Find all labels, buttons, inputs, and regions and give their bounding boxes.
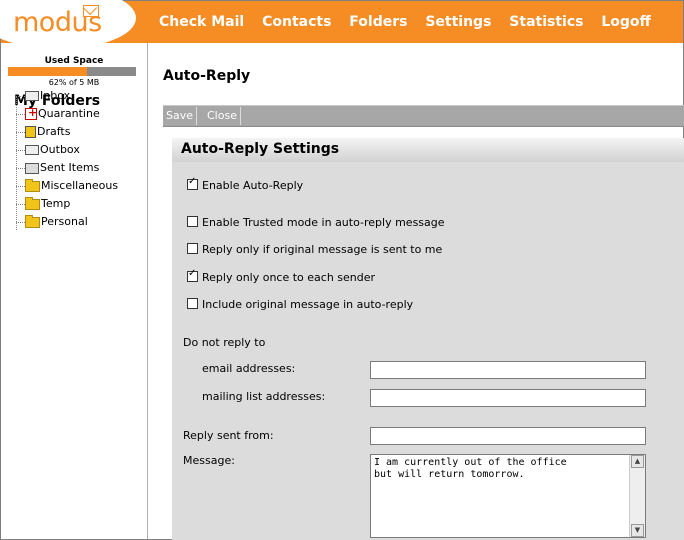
trusted-mode-checkbox[interactable]: [187, 216, 198, 227]
enable-auto-reply-checkbox[interactable]: [187, 176, 198, 190]
page-title: Auto-Reply: [163, 68, 251, 84]
scroll-up-icon[interactable]: ▲: [631, 455, 644, 468]
include-original-checkbox[interactable]: [187, 298, 198, 309]
sidebar-item-quarantine[interactable]: Quarantine: [16, 106, 100, 125]
folder-label: Drafts: [37, 125, 71, 138]
used-space-label: Used Space: [44, 56, 104, 66]
top-header: modus Check Mail Contacts Folders Settin…: [0, 0, 683, 49]
panel-header: Auto-Reply Settings: [172, 138, 684, 162]
enable-auto-reply-row: Enable Auto-Reply: [187, 176, 304, 195]
sidebar-item-miscellaneous[interactable]: Miscellaneous: [16, 178, 119, 197]
reply-once-checkbox[interactable]: [187, 268, 198, 282]
message-scrollbar[interactable]: ▲ ▼: [629, 455, 645, 537]
sidebar-item-inbox[interactable]: Inbox: [16, 89, 70, 107]
message-textarea[interactable]: I am currently out of the office but wil…: [370, 454, 646, 538]
folder-label: Quarantine: [38, 107, 100, 120]
enable-auto-reply-label: Enable Auto-Reply: [202, 179, 304, 192]
do-not-reply-label: Do not reply to: [183, 336, 266, 349]
trusted-mode-label: Enable Trusted mode in auto-reply messag…: [202, 216, 445, 229]
nav-contacts[interactable]: Contacts: [262, 14, 331, 30]
reply-once-row: Reply only once to each sender: [187, 268, 376, 287]
toolbar: Save Close: [163, 105, 684, 127]
folder-label: Outbox: [40, 143, 80, 156]
top-nav: Check Mail Contacts Folders Settings Sta…: [159, 14, 664, 30]
email-addresses-label: email addresses:: [202, 362, 296, 375]
inbox-icon: [25, 91, 39, 101]
sent-items-icon: [25, 162, 39, 174]
nav-statistics[interactable]: Statistics: [509, 14, 583, 30]
reply-once-label: Reply only once to each sender: [202, 271, 376, 284]
sidebar-item-sent-items[interactable]: Sent Items: [16, 161, 99, 179]
save-button[interactable]: Save: [163, 107, 198, 125]
sidebar-item-drafts[interactable]: Drafts: [16, 125, 70, 143]
folder-icon: [25, 214, 40, 228]
folder-icon: [25, 178, 40, 192]
folder-icon: [25, 196, 40, 210]
reply-sent-from-label: Reply sent from:: [183, 429, 274, 442]
include-original-label: Include original message in auto-reply: [202, 298, 414, 311]
auto-reply-settings-panel: Auto-Reply Settings Enable Auto-Reply En…: [172, 138, 684, 540]
envelope-icon: [83, 5, 99, 17]
message-label: Message:: [183, 454, 235, 467]
folder-label: Inbox: [40, 89, 71, 102]
nav-settings[interactable]: Settings: [425, 14, 491, 30]
reply-if-sent-to-me-row: Reply only if original message is sent t…: [187, 243, 442, 259]
trusted-mode-row: Enable Trusted mode in auto-reply messag…: [187, 216, 445, 232]
close-button[interactable]: Close: [204, 107, 241, 125]
message-text: I am currently out of the office but wil…: [374, 457, 567, 480]
used-space-text: 62% of 5 MB: [48, 78, 100, 87]
used-space-bar: [8, 67, 136, 76]
logo: modus: [0, 0, 141, 49]
folder-label: Miscellaneous: [41, 179, 119, 192]
nav-check-mail[interactable]: Check Mail: [159, 14, 244, 30]
drafts-icon: [25, 126, 36, 138]
reply-if-sent-to-me-checkbox[interactable]: [187, 243, 198, 254]
quarantine-icon: [25, 106, 37, 120]
nav-folders[interactable]: Folders: [349, 14, 407, 30]
include-original-row: Include original message in auto-reply: [187, 298, 413, 314]
outbox-icon: [25, 145, 39, 155]
reply-if-sent-to-me-label: Reply only if original message is sent t…: [202, 243, 443, 256]
reply-sent-from-input[interactable]: [370, 427, 646, 445]
sidebar-item-personal[interactable]: Personal: [16, 214, 88, 233]
email-addresses-input[interactable]: [370, 361, 646, 379]
folder-label: Personal: [41, 215, 88, 228]
mailing-list-input[interactable]: [370, 389, 646, 407]
used-space-fill: [8, 67, 88, 76]
sidebar-item-outbox[interactable]: Outbox: [16, 143, 80, 161]
scroll-down-icon[interactable]: ▼: [631, 524, 644, 537]
nav-logoff[interactable]: Logoff: [601, 14, 651, 30]
folder-label: Temp: [41, 197, 71, 210]
sidebar-item-temp[interactable]: Temp: [16, 196, 71, 215]
folder-label: Sent Items: [40, 161, 100, 174]
panel-title: Auto-Reply Settings: [181, 141, 340, 157]
mailing-list-label: mailing list addresses:: [202, 390, 326, 403]
